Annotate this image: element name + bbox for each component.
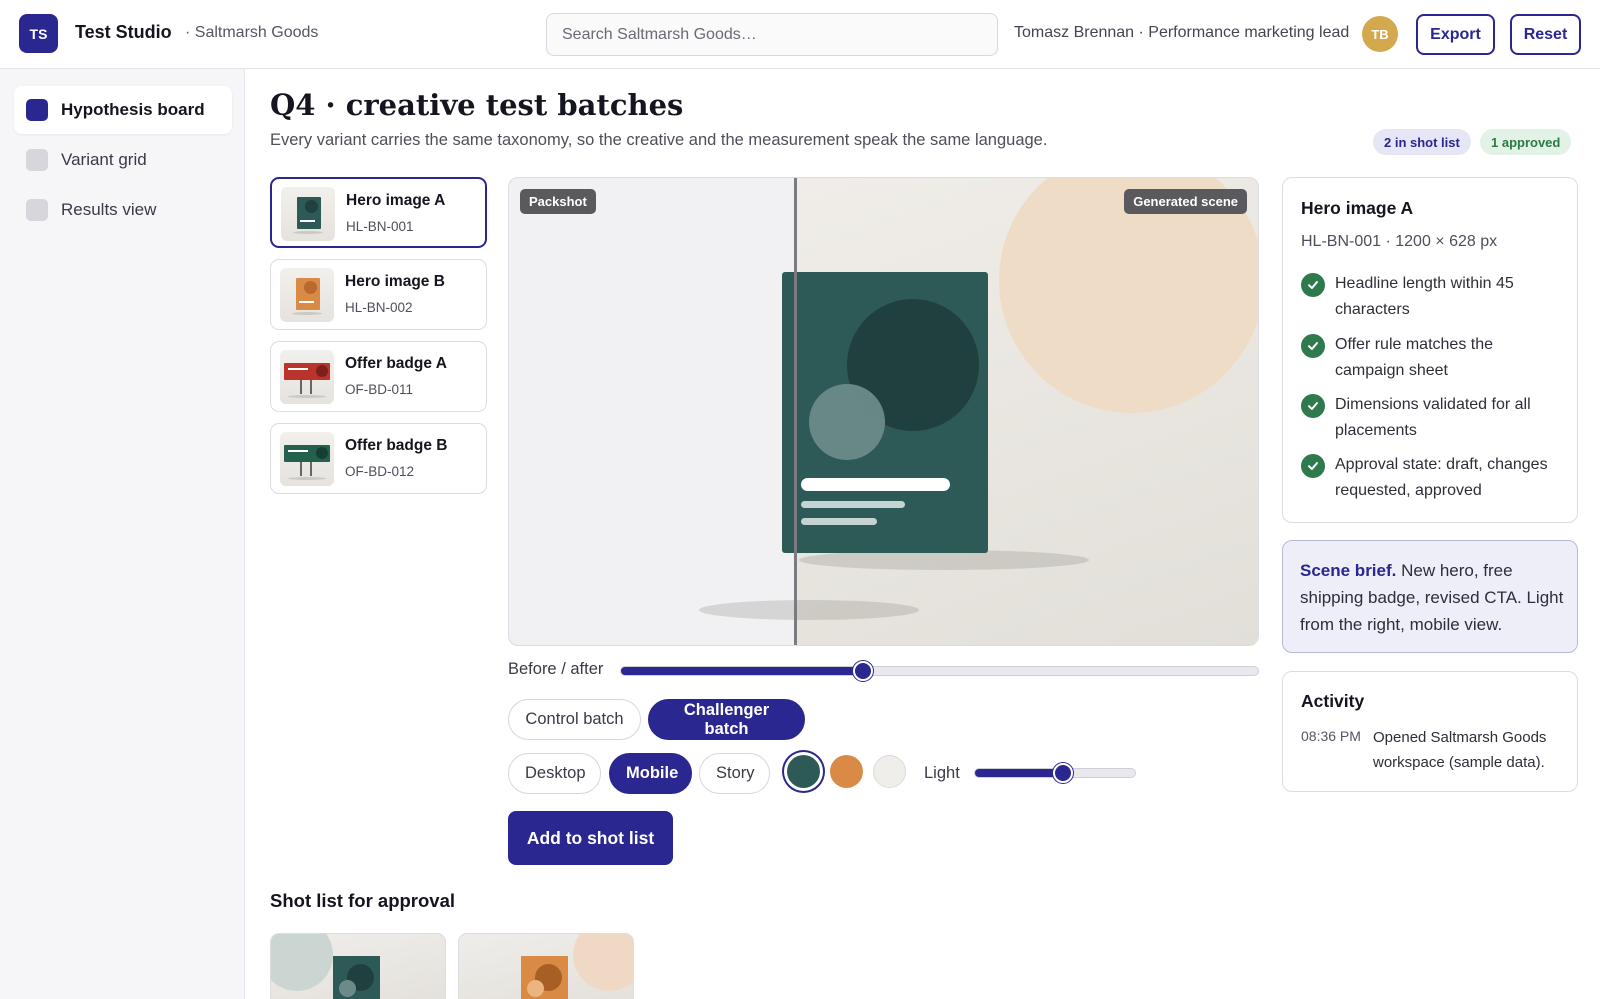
variant-card-hero-image-a[interactable]: Hero image A HL-BN-001	[270, 177, 487, 248]
light-label: Light	[924, 764, 960, 782]
sidebar-item-label: Results view	[61, 200, 157, 219]
check-item: Dimensions validated for all placements	[1301, 392, 1563, 444]
variant-name: Offer badge B	[345, 437, 448, 454]
reset-button[interactable]: Reset	[1510, 14, 1581, 55]
sidebar-item-hypothesis-board[interactable]: Hypothesis board	[14, 86, 232, 134]
check-circle-icon	[1301, 334, 1325, 358]
check-text: Headline length within 45 characters	[1335, 275, 1514, 318]
variant-name: Hero image A	[346, 192, 446, 209]
scene-brief-text: Scene brief. New hero, free shipping bad…	[1300, 557, 1568, 638]
packshot-tag: Packshot	[520, 189, 596, 214]
view-mobile-button[interactable]: Mobile	[609, 753, 692, 794]
activity-text: Opened Saltmarsh Goods workspace (sample…	[1373, 729, 1547, 771]
before-after-label: Before / after	[508, 660, 604, 678]
shot-list-item[interactable]	[458, 933, 634, 999]
sidebar-item-variant-grid[interactable]: Variant grid	[14, 136, 232, 184]
square-icon	[26, 199, 48, 221]
variant-card-offer-badge-a[interactable]: Offer badge A OF-BD-011	[270, 341, 487, 412]
avatar[interactable]: TB	[1362, 16, 1398, 52]
view-desktop-button[interactable]: Desktop	[508, 753, 601, 794]
variant-thumbnail	[281, 187, 335, 241]
variant-thumbnail	[280, 432, 334, 486]
export-button[interactable]: Export	[1416, 14, 1495, 55]
app-logo[interactable]: TS	[19, 14, 58, 53]
square-icon	[26, 149, 48, 171]
detail-variant-meta: HL-BN-001 · 1200 × 628 px	[1301, 233, 1498, 250]
swatch-teal[interactable]	[787, 755, 820, 788]
check-text: Dimensions validated for all placements	[1335, 396, 1531, 439]
scene-brief-panel: Scene brief. New hero, free shipping bad…	[1282, 540, 1578, 653]
split-handle[interactable]	[794, 178, 797, 645]
activity-title: Activity	[1301, 691, 1365, 711]
activity-panel: Activity 08:36 PM Opened Saltmarsh Goods…	[1282, 671, 1578, 792]
activity-time: 08:36 PM	[1301, 728, 1361, 744]
variant-code: HL-BN-002	[345, 300, 413, 315]
slider-handle[interactable]	[1053, 763, 1073, 783]
variant-code: OF-BD-011	[345, 382, 414, 397]
check-circle-icon	[1301, 273, 1325, 297]
variant-card-hero-image-b[interactable]: Hero image B HL-BN-002	[270, 259, 487, 330]
check-text: Offer rule matches the campaign sheet	[1335, 336, 1493, 379]
variant-code: HL-BN-001	[346, 219, 414, 234]
view-story-button[interactable]: Story	[699, 753, 770, 794]
sidebar: Hypothesis board Variant grid Results vi…	[0, 69, 245, 999]
before-after-preview[interactable]: Packshot Generated scene	[508, 177, 1259, 646]
variant-name: Hero image B	[345, 273, 445, 290]
scene-shadow	[799, 550, 1089, 570]
shot-list-title: Shot list for approval	[270, 890, 456, 911]
approved-count-badge: 1 approved	[1480, 129, 1572, 155]
sidebar-item-label: Hypothesis board	[61, 100, 205, 119]
slider-fill	[621, 667, 863, 675]
swatch-orange[interactable]	[830, 755, 863, 788]
detail-variant-name: Hero image A	[1301, 198, 1414, 218]
check-circle-icon	[1301, 394, 1325, 418]
scene-brief-lead: Scene brief.	[1300, 561, 1397, 580]
variant-card-offer-badge-b[interactable]: Offer badge B OF-BD-012	[270, 423, 487, 494]
before-after-slider[interactable]	[620, 661, 1259, 681]
sidebar-item-label: Variant grid	[61, 150, 147, 169]
variant-detail-panel: Hero image A HL-BN-001 · 1200 × 628 px H…	[1282, 177, 1578, 523]
shot-list-item[interactable]	[270, 933, 446, 999]
slider-handle[interactable]	[853, 661, 873, 681]
check-circle-icon	[1301, 454, 1325, 478]
check-item: Headline length within 45 characters	[1301, 271, 1563, 323]
app-name: Test Studio	[75, 22, 172, 42]
sidebar-item-results-view[interactable]: Results view	[14, 186, 232, 234]
search-input[interactable]	[546, 13, 998, 56]
user-name-role: Tomasz Brennan · Performance marketing l…	[1014, 24, 1350, 41]
square-icon	[26, 99, 48, 121]
slider-fill	[975, 769, 1063, 777]
page-subtitle: Every variant carries the same taxonomy,…	[270, 131, 1048, 149]
packshot-shadow	[699, 600, 919, 620]
top-bar: TS Test Studio · Saltmarsh Goods Tomasz …	[0, 0, 1600, 69]
creative-preview-hero-image-a	[782, 272, 988, 553]
variant-thumbnail	[280, 350, 334, 404]
workspace-name: · Saltmarsh Goods	[185, 24, 319, 41]
check-item: Approval state: draft, changes requested…	[1301, 452, 1563, 504]
swatch-off-white[interactable]	[873, 755, 906, 788]
check-text: Approval state: draft, changes requested…	[1335, 456, 1548, 499]
control-batch-toggle[interactable]: Control batch	[508, 699, 641, 740]
variant-code: OF-BD-012	[345, 464, 415, 479]
generated-scene-tag: Generated scene	[1124, 189, 1247, 214]
shot-list-count-badge: 2 in shot list	[1373, 129, 1471, 155]
check-item: Offer rule matches the campaign sheet	[1301, 332, 1563, 384]
variant-thumbnail	[280, 268, 334, 322]
add-to-shot-list-button[interactable]: Add to shot list	[508, 811, 673, 865]
page-title: Q4 · creative test batches	[270, 88, 684, 122]
light-slider[interactable]	[974, 763, 1136, 783]
challenger-batch-toggle[interactable]: Challenger batch	[648, 699, 805, 740]
variant-name: Offer badge A	[345, 355, 447, 372]
